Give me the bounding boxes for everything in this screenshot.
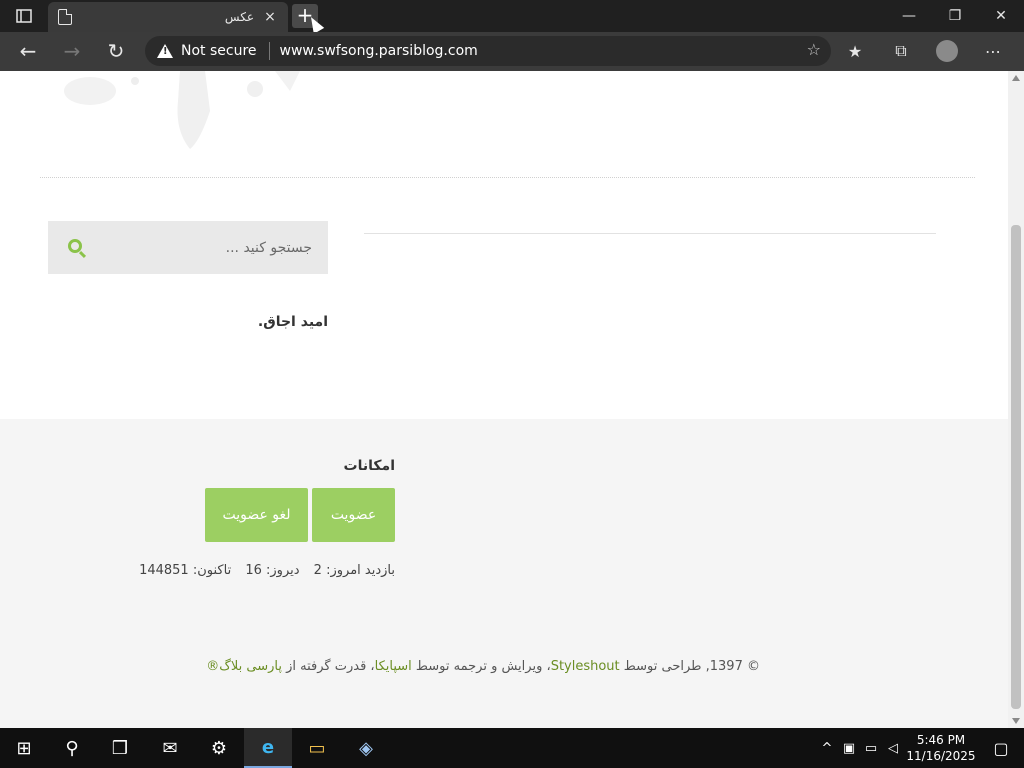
- more-options-icon[interactable]: ⋯: [970, 36, 1016, 66]
- system-tray: ^ ▣ ▭ ◁ 5:46 PM 11/16/2025 ▢: [816, 728, 1024, 768]
- search-icon[interactable]: [68, 239, 82, 253]
- tab-title: عکس: [224, 10, 254, 24]
- show-hidden-icons-icon[interactable]: ^: [816, 741, 838, 756]
- stat-yesterday: دیروز: 16: [245, 563, 300, 578]
- scroll-thumb[interactable]: [1011, 225, 1021, 709]
- profile-avatar[interactable]: [936, 40, 958, 62]
- mouse-cursor-icon: [305, 14, 325, 34]
- refresh-button[interactable]: ↻: [100, 36, 132, 66]
- tab-close-button[interactable]: ×: [262, 9, 278, 25]
- file-explorer-icon[interactable]: ▭: [293, 728, 341, 768]
- copyright-middle: ، ویرایش و ترجمه توسط: [415, 659, 551, 674]
- tab-actions-icon: [16, 9, 32, 23]
- windows-taskbar: ⊞ ⚲ ❒ ✉ ⚙ e ▭ ◈ ^ ▣ ▭ ◁ 5:46 PM 11/16/20…: [0, 728, 1024, 768]
- tab-actions-button[interactable]: [0, 0, 48, 32]
- settings-icon[interactable]: ⚙: [195, 728, 243, 768]
- copyright-prefix: © 1397, طراحی توسط: [623, 659, 760, 674]
- page-viewport: امید اجاق. امکانات عضویت لغو عضویت بازدی…: [0, 71, 1024, 728]
- mail-icon[interactable]: ✉: [146, 728, 194, 768]
- close-window-button[interactable]: ✕: [978, 0, 1024, 32]
- content-divider: [364, 233, 936, 234]
- leave-button[interactable]: لغو عضویت: [205, 488, 308, 542]
- header-decoration-icon: [64, 71, 300, 149]
- translator-link[interactable]: اسپایکا: [375, 659, 412, 674]
- scroll-up-arrow-icon[interactable]: [1012, 75, 1020, 81]
- warning-icon: [157, 44, 173, 58]
- scroll-down-arrow-icon[interactable]: [1012, 718, 1020, 724]
- back-button[interactable]: ←: [12, 36, 44, 66]
- minimize-button[interactable]: —: [886, 0, 932, 32]
- stat-total: تاکنون: 144851: [139, 563, 232, 578]
- start-button[interactable]: ⊞: [0, 728, 48, 768]
- volume-muted-icon[interactable]: ◁: [882, 741, 904, 756]
- visit-stats: بازدید امروز: 2 دیروز: 16 تاکنون: 144851: [120, 563, 395, 578]
- join-button[interactable]: عضویت: [312, 488, 395, 542]
- search-input[interactable]: [98, 231, 312, 264]
- author-name[interactable]: امید اجاق.: [150, 314, 328, 330]
- browser-toolbar: ← → ↻ Not secure www.swfsong.parsiblog.c…: [0, 32, 1024, 71]
- copyright-text: © 1397, طراحی توسط Styleshout، ویرایش و …: [200, 659, 760, 674]
- stat-today: بازدید امروز: 2: [313, 563, 395, 578]
- designer-link[interactable]: Styleshout: [551, 659, 620, 674]
- copyright-powered: ، قدرت گرفته از: [286, 659, 375, 674]
- platform-link[interactable]: پارسی بلاگ®: [206, 659, 282, 674]
- browser-titlebar: عکس × + — ❐ ✕: [0, 0, 1024, 34]
- forward-button[interactable]: →: [56, 36, 88, 66]
- notifications-icon[interactable]: ▢: [978, 739, 1024, 758]
- maximize-button[interactable]: ❐: [932, 0, 978, 32]
- window-controls: — ❐ ✕: [886, 0, 1024, 32]
- search-box: [48, 221, 328, 274]
- clock-time: 5:46 PM: [916, 733, 966, 747]
- browser-tab[interactable]: عکس ×: [48, 2, 288, 32]
- task-view-icon[interactable]: ❒: [96, 728, 144, 768]
- collections-icon[interactable]: ⧉: [878, 36, 924, 66]
- favorites-icon[interactable]: ★: [832, 36, 878, 66]
- address-separator: [268, 42, 270, 60]
- header-divider: [40, 177, 975, 178]
- security-label[interactable]: Not secure: [181, 43, 257, 59]
- edge-browser-icon[interactable]: e: [244, 728, 292, 768]
- app-icon[interactable]: ◈: [342, 728, 390, 768]
- add-favorite-icon[interactable]: ☆: [807, 40, 821, 59]
- toolbar-icons: ★ ⧉ ⋯: [832, 36, 1016, 66]
- address-bar[interactable]: Not secure www.swfsong.parsiblog.com ☆: [145, 36, 831, 66]
- page-footer: امکانات عضویت لغو عضویت بازدید امروز: 2 …: [0, 419, 1008, 728]
- taskbar-search-icon[interactable]: ⚲: [48, 728, 96, 768]
- system-clock[interactable]: 5:46 PM 11/16/2025: [904, 732, 978, 764]
- meet-now-icon[interactable]: ▣: [838, 741, 860, 756]
- url-text[interactable]: www.swfsong.parsiblog.com: [280, 43, 478, 59]
- vertical-scrollbar[interactable]: [1008, 71, 1024, 728]
- clock-date: 11/16/2025: [906, 749, 976, 763]
- features-title: امکانات: [343, 458, 395, 474]
- network-icon[interactable]: ▭: [860, 741, 882, 756]
- page-favicon-icon: [58, 9, 72, 25]
